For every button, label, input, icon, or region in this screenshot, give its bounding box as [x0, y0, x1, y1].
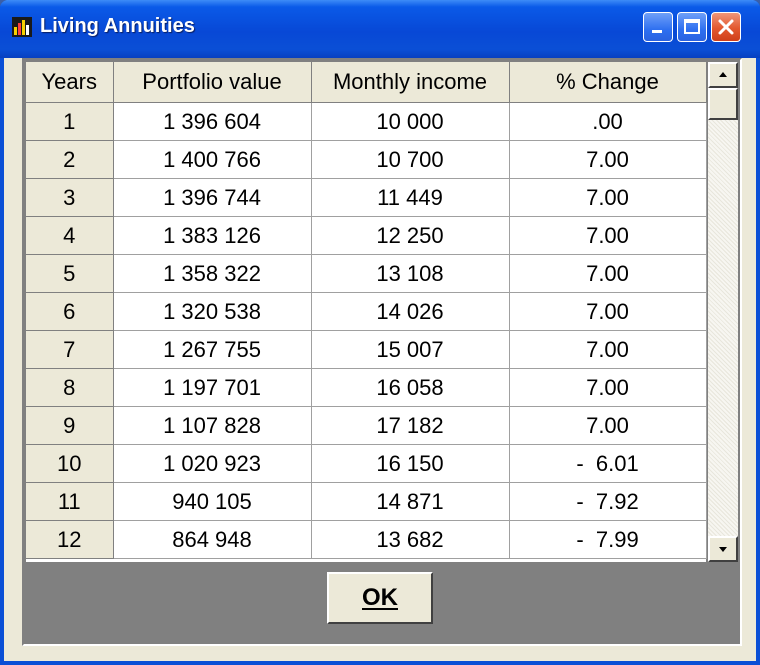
close-button[interactable] [711, 12, 741, 42]
cell-portfolio-value[interactable]: 1 267 755 [113, 330, 312, 369]
cell-year[interactable]: 11 [26, 482, 114, 521]
cell-monthly-income[interactable]: 10 000 [311, 102, 510, 141]
table-row[interactable]: 4 1 383 126 12 250 7.00 [26, 216, 707, 255]
title-bar[interactable]: Living Annuities [0, 0, 760, 58]
column-header-portfolio-value[interactable]: Portfolio value [113, 62, 312, 103]
cell-monthly-income[interactable]: 12 250 [311, 216, 510, 255]
arrow-up-icon [719, 72, 727, 77]
cell-year[interactable]: 4 [26, 216, 114, 255]
maximize-button[interactable] [677, 12, 707, 42]
cell-portfolio-value[interactable]: 940 105 [113, 482, 312, 521]
cell-portfolio-value[interactable]: 864 948 [113, 520, 312, 559]
cell-year[interactable]: 5 [26, 254, 114, 293]
minimize-icon [652, 30, 662, 33]
results-grid[interactable]: Years Portfolio value Monthly income % C… [26, 62, 707, 562]
cell-portfolio-value[interactable]: 1 107 828 [113, 406, 312, 445]
cell-percent-change[interactable]: 7.00 [509, 368, 707, 407]
cell-percent-change[interactable]: - 7.99 [509, 520, 707, 559]
cell-portfolio-value[interactable]: 1 396 604 [113, 102, 312, 141]
cell-year[interactable]: 12 [26, 520, 114, 559]
cell-monthly-income[interactable]: 14 871 [311, 482, 510, 521]
cell-monthly-income[interactable]: 14 026 [311, 292, 510, 331]
table-row[interactable]: 6 1 320 538 14 026 7.00 [26, 292, 707, 331]
cell-monthly-income[interactable]: 17 182 [311, 406, 510, 445]
arrow-down-icon [719, 547, 727, 552]
cell-year[interactable]: 10 [26, 444, 114, 483]
client-area: Years Portfolio value Monthly income % C… [22, 58, 742, 646]
cell-monthly-income[interactable]: 15 007 [311, 330, 510, 369]
column-header-monthly-income[interactable]: Monthly income [311, 62, 510, 103]
living-annuities-window: Living Annuities Years Portfolio value M… [0, 0, 760, 665]
cell-year[interactable]: 2 [26, 140, 114, 179]
cell-portfolio-value[interactable]: 1 396 744 [113, 178, 312, 217]
cell-percent-change[interactable]: - 6.01 [509, 444, 707, 483]
cell-portfolio-value[interactable]: 1 358 322 [113, 254, 312, 293]
cell-portfolio-value[interactable]: 1 400 766 [113, 140, 312, 179]
cell-portfolio-value[interactable]: 1 197 701 [113, 368, 312, 407]
table-row[interactable]: 10 1 020 923 16 150 - 6.01 [26, 444, 707, 483]
cell-percent-change[interactable]: 7.00 [509, 254, 707, 293]
cell-year[interactable]: 3 [26, 178, 114, 217]
cell-year[interactable]: 1 [26, 102, 114, 141]
cell-percent-change[interactable]: 7.00 [509, 292, 707, 331]
vertical-scrollbar[interactable] [708, 62, 738, 562]
cell-percent-change[interactable]: 7.00 [509, 140, 707, 179]
annuity-table: Years Portfolio value Monthly income % C… [26, 62, 707, 559]
cell-monthly-income[interactable]: 11 449 [311, 178, 510, 217]
table-row[interactable]: 2 1 400 766 10 700 7.00 [26, 140, 707, 179]
cell-portfolio-value[interactable]: 1 320 538 [113, 292, 312, 331]
ok-button[interactable]: OK [327, 572, 433, 624]
cell-year[interactable]: 9 [26, 406, 114, 445]
cell-monthly-income[interactable]: 16 058 [311, 368, 510, 407]
chart-bars-icon [12, 17, 32, 37]
cell-percent-change[interactable]: .00 [509, 102, 707, 141]
cell-percent-change[interactable]: 7.00 [509, 178, 707, 217]
table-row[interactable]: 7 1 267 755 15 007 7.00 [26, 330, 707, 369]
cell-percent-change[interactable]: 7.00 [509, 406, 707, 445]
table-row[interactable]: 5 1 358 322 13 108 7.00 [26, 254, 707, 293]
cell-portfolio-value[interactable]: 1 383 126 [113, 216, 312, 255]
scroll-up-button[interactable] [708, 62, 738, 88]
table-row[interactable]: 8 1 197 701 16 058 7.00 [26, 368, 707, 407]
close-icon [718, 19, 734, 35]
window-title: Living Annuities [40, 15, 195, 37]
cell-percent-change[interactable]: 7.00 [509, 216, 707, 255]
table-header-row: Years Portfolio value Monthly income % C… [26, 62, 707, 103]
table-row[interactable]: 3 1 396 744 11 449 7.00 [26, 178, 707, 217]
cell-portfolio-value[interactable]: 1 020 923 [113, 444, 312, 483]
cell-monthly-income[interactable]: 13 108 [311, 254, 510, 293]
column-header-years[interactable]: Years [26, 62, 114, 103]
column-header-percent-change[interactable]: % Change [509, 62, 707, 103]
cell-monthly-income[interactable]: 16 150 [311, 444, 510, 483]
cell-year[interactable]: 8 [26, 368, 114, 407]
minimize-button[interactable] [643, 12, 673, 42]
table-row[interactable]: 9 1 107 828 17 182 7.00 [26, 406, 707, 445]
table-row[interactable]: 11 940 105 14 871 - 7.92 [26, 482, 707, 521]
scroll-down-button[interactable] [708, 536, 738, 562]
scroll-thumb[interactable] [708, 88, 738, 120]
cell-percent-change[interactable]: - 7.92 [509, 482, 707, 521]
table-row[interactable]: 1 1 396 604 10 000 .00 [26, 102, 707, 141]
maximize-icon [684, 19, 700, 34]
table-row[interactable]: 12 864 948 13 682 - 7.99 [26, 520, 707, 559]
cell-year[interactable]: 6 [26, 292, 114, 331]
ok-button-label: OK [362, 584, 398, 611]
cell-monthly-income[interactable]: 13 682 [311, 520, 510, 559]
cell-percent-change[interactable]: 7.00 [509, 330, 707, 369]
cell-year[interactable]: 7 [26, 330, 114, 369]
cell-monthly-income[interactable]: 10 700 [311, 140, 510, 179]
